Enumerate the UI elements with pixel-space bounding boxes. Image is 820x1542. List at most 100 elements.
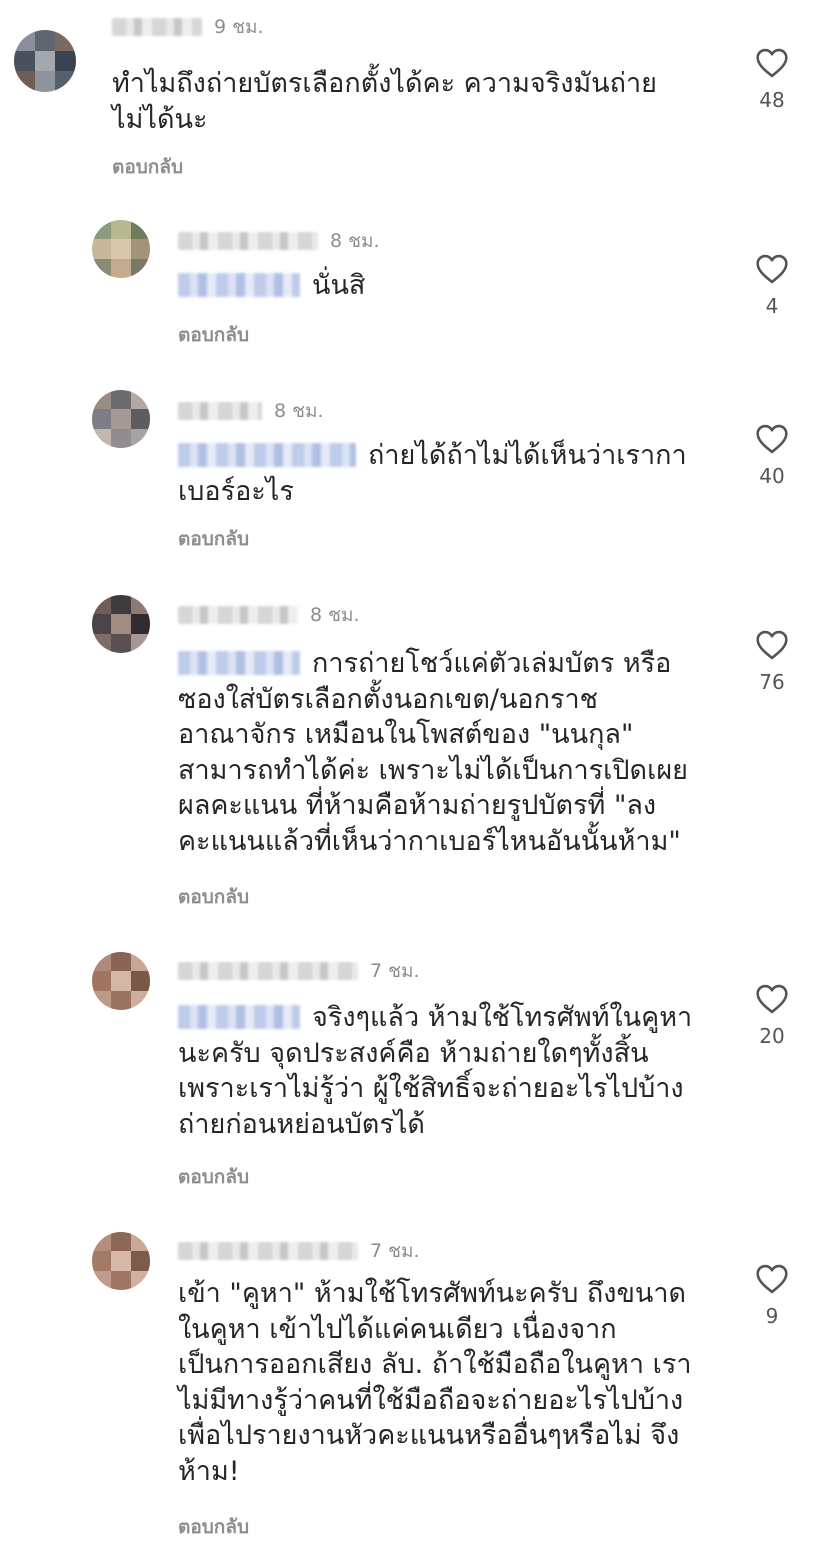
comment-time: 9 ชม. — [214, 16, 264, 38]
comment-meta: 7 ชม. — [178, 956, 420, 986]
avatar-pixel — [111, 220, 132, 240]
mention[interactable] — [178, 651, 300, 675]
like-button[interactable]: 20 — [742, 984, 802, 1048]
avatar-pixel — [130, 952, 150, 972]
comment-time: 7 ชม. — [370, 960, 420, 982]
comment-meta: 7 ชม. — [178, 1236, 420, 1266]
comment-text: การถ่ายโชว์แค่ตัวเล่มบัตร หรือ ซองใส่บัต… — [178, 646, 738, 859]
username[interactable] — [178, 606, 298, 624]
comment-time: 7 ชม. — [370, 1240, 420, 1262]
avatar-pixel — [111, 1270, 132, 1290]
avatar-pixel — [130, 409, 150, 430]
reply-button[interactable]: ตอบกลับ — [178, 1162, 249, 1192]
mention[interactable] — [178, 1005, 300, 1029]
avatar-pixel — [111, 1251, 132, 1272]
comment-text: ทำไมถึงถ่ายบัตรเลือกตั้งได้คะ ความจริงมั… — [112, 66, 712, 137]
heart-outline-icon — [756, 254, 788, 284]
comment-meta: 9 ชม. — [112, 12, 264, 42]
username[interactable] — [178, 1242, 358, 1260]
avatar-pixel — [92, 428, 112, 448]
username[interactable] — [112, 18, 202, 36]
avatar[interactable] — [14, 30, 76, 92]
avatar-pixel — [130, 258, 150, 278]
reply-button[interactable]: ตอบกลับ — [178, 320, 249, 350]
comment-time: 8 ชม. — [330, 230, 380, 252]
avatar-pixel — [92, 952, 112, 972]
heart-outline-icon — [756, 48, 788, 78]
heart-outline-icon — [756, 630, 788, 660]
comment-text-content: ทำไมถึงถ่ายบัตรเลือกตั้งได้คะ ความจริงมั… — [112, 68, 657, 135]
username[interactable] — [178, 402, 262, 420]
comment-text-content: นั่นสิ — [312, 270, 366, 301]
avatar-pixel — [111, 239, 132, 260]
comment-text: ถ่ายได้ถ้าไม่ได้เห็นว่าเรากา เบอร์อะไร — [178, 438, 718, 509]
like-button[interactable]: 40 — [742, 424, 802, 488]
avatar-pixel — [14, 30, 35, 51]
avatar-pixel — [55, 71, 76, 92]
avatar-pixel — [92, 258, 112, 278]
like-button[interactable]: 76 — [742, 630, 802, 694]
mention[interactable] — [178, 443, 356, 467]
comment-text: จริงๆแล้ว ห้ามใช้โทรศัพท์ในคูหา นะครับ จ… — [178, 1000, 738, 1142]
avatar-pixel — [92, 409, 112, 430]
avatar-pixel — [130, 1270, 150, 1290]
avatar[interactable] — [92, 390, 150, 448]
avatar-pixel — [92, 1251, 112, 1272]
heart-outline-icon — [756, 424, 788, 454]
avatar-pixel — [111, 633, 132, 653]
reply-button[interactable]: ตอบกลับ — [178, 1512, 249, 1542]
avatar-pixel — [130, 1232, 150, 1252]
avatar-pixel — [130, 239, 150, 260]
comment-meta: 8 ชม. — [178, 600, 360, 630]
reply-button[interactable]: ตอบกลับ — [178, 882, 249, 912]
avatar-pixel — [111, 409, 132, 430]
avatar-pixel — [130, 990, 150, 1010]
avatar-pixel — [130, 220, 150, 240]
avatar-pixel — [130, 633, 150, 653]
avatar-pixel — [111, 990, 132, 1010]
like-count: 4 — [765, 294, 779, 318]
like-button[interactable]: 4 — [742, 254, 802, 318]
avatar-pixel — [92, 595, 112, 615]
avatar[interactable] — [92, 220, 150, 278]
avatar-pixel — [111, 614, 132, 635]
avatar-pixel — [92, 990, 112, 1010]
like-count: 40 — [759, 464, 785, 488]
comment-text: เข้า "คูหา" ห้ามใช้โทรศัพท์นะครับ ถึงขนา… — [178, 1276, 738, 1489]
avatar-pixel — [111, 258, 132, 278]
comment-text-content: การถ่ายโชว์แค่ตัวเล่มบัตร หรือ ซองใส่บัต… — [178, 648, 688, 857]
avatar-pixel — [14, 71, 35, 92]
like-count: 48 — [759, 88, 785, 112]
avatar-pixel — [55, 30, 76, 51]
like-button[interactable]: 9 — [742, 1264, 802, 1328]
reply-button[interactable]: ตอบกลับ — [178, 524, 249, 554]
avatar-pixel — [34, 30, 56, 51]
avatar[interactable] — [92, 952, 150, 1010]
heart-outline-icon — [756, 1264, 788, 1294]
like-button[interactable]: 48 — [742, 48, 802, 112]
avatar-pixel — [92, 1232, 112, 1252]
avatar-pixel — [130, 390, 150, 410]
comment-meta: 8 ชม. — [178, 396, 324, 426]
avatar-pixel — [55, 50, 76, 72]
avatar-pixel — [34, 50, 56, 72]
reply-button[interactable]: ตอบกลับ — [112, 152, 183, 182]
avatar-pixel — [92, 390, 112, 410]
avatar-pixel — [111, 428, 132, 448]
avatar-pixel — [111, 595, 132, 615]
avatar-pixel — [92, 1270, 112, 1290]
avatar-pixel — [130, 428, 150, 448]
avatar[interactable] — [92, 595, 150, 653]
username[interactable] — [178, 962, 358, 980]
comment-text-content: เข้า "คูหา" ห้ามใช้โทรศัพท์นะครับ ถึงขนา… — [178, 1278, 692, 1487]
comment-time: 8 ชม. — [274, 400, 324, 422]
comment-time: 8 ชม. — [310, 604, 360, 626]
mention[interactable] — [178, 273, 300, 297]
avatar-pixel — [92, 633, 112, 653]
username[interactable] — [178, 232, 318, 250]
avatar-pixel — [111, 390, 132, 410]
avatar[interactable] — [92, 1232, 150, 1290]
avatar-pixel — [111, 1232, 132, 1252]
like-count: 76 — [759, 670, 785, 694]
avatar-pixel — [92, 220, 112, 240]
